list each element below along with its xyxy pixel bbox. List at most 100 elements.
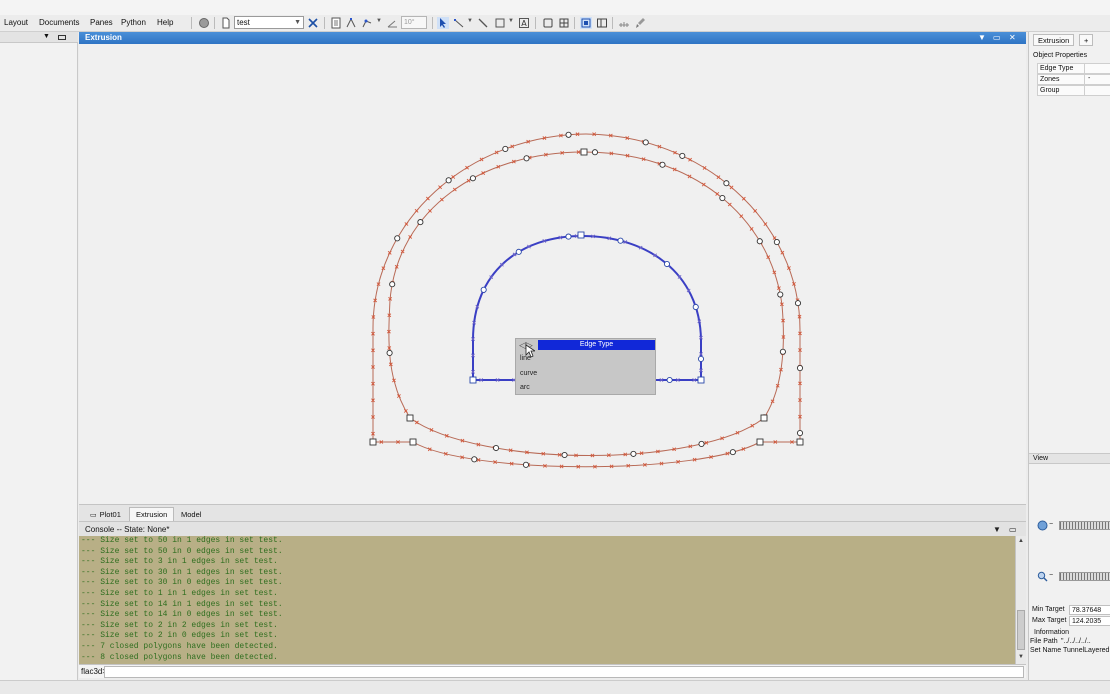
menu-python[interactable]: Python [121,18,146,27]
edge-node[interactable] [617,237,624,244]
window-icon[interactable] [580,17,592,29]
menu-panes[interactable]: Panes [90,18,113,27]
angle-input[interactable]: 10° [401,16,427,29]
corner-node[interactable] [406,414,414,422]
property-value[interactable] [1084,85,1110,96]
minus-icon[interactable]: − [1049,521,1053,528]
sphere-icon[interactable] [198,17,210,29]
edge-node[interactable] [692,303,699,311]
zoom-slider[interactable] [1059,572,1110,581]
tab-plot01[interactable]: ▭ Plot01 [83,507,128,521]
restore-icon[interactable]: ▭ [1009,522,1017,537]
edge-node[interactable] [779,348,786,355]
select-arrow-icon[interactable] [437,17,449,29]
edge-node[interactable] [471,456,478,463]
property-value[interactable] [1084,63,1110,74]
chevron-down-icon[interactable]: ▼ [376,18,382,24]
snap-icon[interactable] [361,17,373,29]
corner-node[interactable] [796,438,804,446]
chevron-down-icon[interactable]: ▼ [508,18,514,24]
property-edge-type[interactable]: Edge Type [1037,63,1110,74]
menu-layout[interactable]: Layout [4,18,28,27]
frame-icon[interactable] [542,17,554,29]
menu-documents[interactable]: Documents [39,18,79,27]
extrusion-canvas[interactable] [79,44,1026,504]
edge-node[interactable] [794,300,802,307]
tunnel-sketch[interactable] [79,44,1026,504]
edge-node[interactable] [445,177,452,184]
corner-node[interactable] [756,438,764,446]
close-icon[interactable]: ✕ [1009,32,1016,44]
line-tool-icon[interactable] [477,17,489,29]
command-input[interactable] [104,666,1024,678]
tab-extrusion-properties[interactable]: Extrusion [1033,34,1075,46]
brush-icon[interactable] [634,17,646,29]
edge-node[interactable] [469,175,476,182]
menu-help[interactable]: Help [157,18,173,27]
edge-node[interactable] [502,145,509,152]
scroll-down-icon[interactable]: ▼ [1017,653,1025,662]
page-icon[interactable] [330,17,342,29]
edge-node[interactable] [642,139,649,146]
edge-node[interactable] [663,260,671,268]
edge-type-option-curve[interactable]: curve [520,370,537,377]
zoom-icon[interactable] [1037,571,1048,582]
pan-hand-icon[interactable] [1037,520,1048,531]
edge-node[interactable] [565,131,572,138]
tab-model[interactable]: Model [174,507,208,521]
node-edit-icon[interactable] [345,17,357,29]
close-icon[interactable] [307,17,319,29]
edge-node[interactable] [719,194,726,202]
edge-node[interactable] [659,161,666,168]
document-select[interactable]: test ▼ [234,16,304,29]
edge-node[interactable] [389,281,396,288]
document-icon[interactable] [220,17,232,29]
edge-node[interactable] [723,180,730,187]
outer-boundary-edge[interactable] [372,133,801,468]
edge-node[interactable] [777,291,784,298]
edge-type-popup[interactable]: ◁▷ Edge Type line curve arc [515,338,656,395]
add-tab-button[interactable]: + [1079,34,1094,46]
text-tool-icon[interactable]: A [518,17,530,29]
min-target-value[interactable]: 78.37648 [1069,605,1110,615]
edge-node[interactable] [394,235,401,242]
edge-node[interactable] [515,248,522,255]
pan-slider[interactable] [1059,521,1110,530]
edge-node[interactable] [565,233,572,240]
edge-node[interactable] [756,238,763,245]
edge-node[interactable] [796,429,804,437]
scroll-up-icon[interactable]: ▲ [1017,537,1025,546]
edge-node[interactable] [522,461,530,468]
edge-type-option-arc[interactable]: arc [520,384,530,391]
property-zones[interactable]: Zones - [1037,74,1110,85]
max-target-value[interactable]: 124.2035 [1069,616,1110,626]
edge-tool-icon[interactable] [453,17,465,29]
scrollbar-thumb[interactable] [1017,610,1025,650]
property-value[interactable]: - [1084,74,1110,85]
corner-node[interactable] [369,438,377,446]
corner-node[interactable] [580,148,588,156]
minus-icon[interactable]: − [1049,572,1053,579]
tab-extrusion[interactable]: Extrusion [129,507,175,521]
console-scrollbar[interactable]: ▲ ▼ [1015,536,1026,664]
corner-node[interactable] [697,376,705,384]
property-group[interactable]: Group [1037,85,1110,96]
angle-icon[interactable] [386,17,398,29]
edge-node[interactable] [386,349,393,356]
edge-node[interactable] [480,286,487,293]
chevron-down-icon[interactable]: ▼ [467,18,473,24]
measure-icon[interactable] [618,17,630,29]
rectangle-tool-icon[interactable] [494,17,506,29]
edge-node[interactable] [697,355,705,362]
corner-node[interactable] [577,231,585,239]
edge-node[interactable] [698,440,705,447]
edge-node[interactable] [666,376,673,384]
chevron-down-icon[interactable]: ▼ [993,522,1001,537]
maximize-icon[interactable]: ▭ [993,32,1001,44]
chevron-down-icon[interactable]: ▼ [978,32,986,44]
grid-icon[interactable] [558,17,570,29]
edge-node[interactable] [679,152,686,159]
chevron-down-icon[interactable]: ▼ [43,33,50,40]
edge-node[interactable] [591,149,599,156]
edge-node[interactable] [561,451,568,459]
